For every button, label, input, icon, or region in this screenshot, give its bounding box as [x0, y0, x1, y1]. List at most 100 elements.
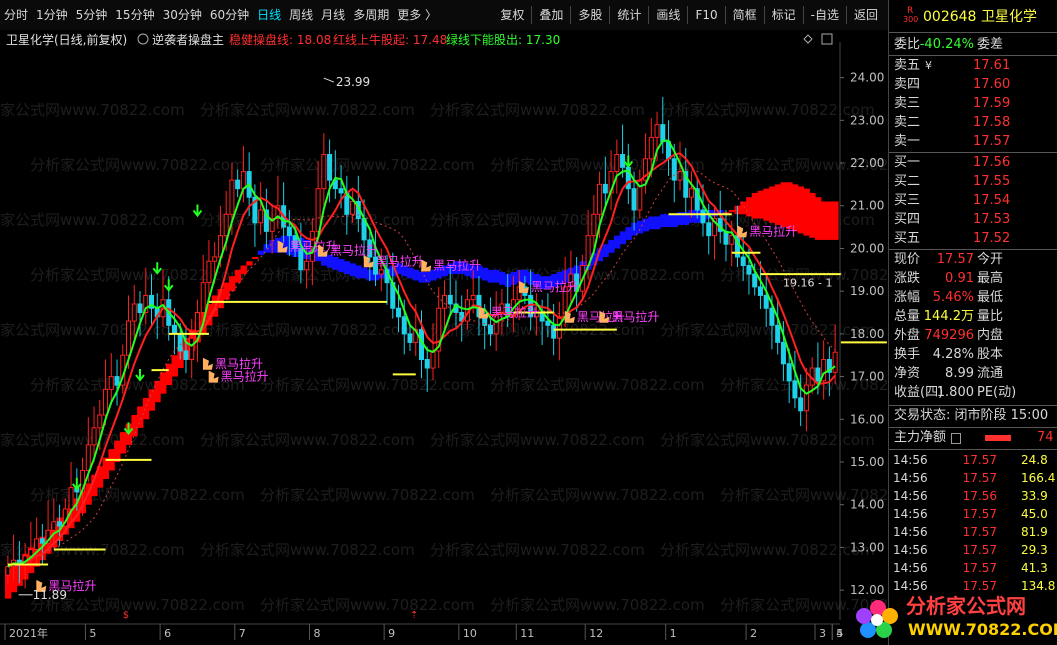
candle-body — [183, 350, 189, 360]
logo-url: WWW.70822.COM — [908, 620, 1057, 639]
band-segment — [797, 186, 805, 234]
candle-body — [315, 188, 321, 232]
legend-line-2: 红线上牛股起: 17.48 — [333, 32, 447, 47]
main-flow-label: 主力净额 — [894, 430, 947, 445]
period-tab-10[interactable]: 更多 〉 — [393, 5, 441, 25]
period-tab-9[interactable]: 多周期 — [349, 5, 393, 25]
candle-body — [591, 213, 597, 237]
band-segment — [665, 214, 672, 228]
band-segment — [636, 220, 644, 234]
period-tab-1[interactable]: 1分钟 — [32, 5, 72, 25]
candle-body — [614, 153, 620, 173]
candle-body — [5, 566, 11, 576]
stat-value: 0.91 — [945, 271, 974, 286]
stat-row: 涨跌 0.91 最高 — [889, 270, 1057, 288]
candle-body — [327, 153, 333, 181]
candle-body — [126, 320, 132, 356]
band-segment — [832, 201, 839, 240]
divider — [889, 55, 1057, 56]
band-segment — [332, 256, 339, 270]
toolbar-button-6[interactable]: 简框 — [729, 5, 761, 25]
tick-price: 17.57 — [962, 453, 997, 467]
candle-body — [602, 183, 608, 194]
period-tab-4[interactable]: 30分钟 — [159, 5, 206, 25]
wei-cha-label: 委差 — [977, 37, 1004, 52]
signal-label: 黑马拉升 — [749, 223, 797, 238]
band-segment — [774, 184, 782, 225]
tick-time: 14:56 — [893, 507, 928, 521]
watermark-text: 分析家公式网www.70822.com — [490, 596, 705, 614]
y-tick-label: 22.00 — [850, 156, 884, 170]
candle-body — [620, 153, 626, 168]
stat-label: 收益(四) — [894, 385, 944, 400]
toolbar-button-9[interactable]: 返回 — [850, 5, 882, 25]
band-segment — [424, 271, 431, 283]
band-segment — [412, 269, 420, 281]
tick-volume: 29.3 — [1021, 543, 1048, 557]
candle-body — [746, 265, 752, 275]
site-logo: 分析家公式网 WWW.70822.COM — [856, 594, 1057, 639]
tick-row: 14:56 17.57 81.9 — [889, 523, 1057, 541]
list-icon[interactable] — [951, 433, 961, 444]
toolbar-button-8[interactable]: -自选 — [807, 5, 843, 25]
candle-body — [286, 226, 292, 237]
band-segment — [148, 389, 155, 411]
tick-time: 14:56 — [893, 453, 928, 467]
signal-label: 黑马拉升 — [221, 369, 269, 384]
toolbar-button-2[interactable]: 多股 — [574, 5, 606, 25]
tick-time: 14:56 — [893, 561, 928, 575]
candle-body — [200, 282, 206, 314]
band-segment — [746, 197, 753, 217]
main-flow-row: 主力净额 74 — [889, 429, 1057, 447]
band-segment — [602, 244, 609, 257]
candle-body — [68, 487, 74, 510]
band-segment — [114, 440, 121, 462]
stat-row: 涨幅 5.46% 最低 — [889, 289, 1057, 307]
period-tab-2[interactable]: 5分钟 — [72, 5, 112, 25]
toolbar-button-5[interactable]: F10 — [691, 5, 721, 25]
signal-label: 黑马拉升 — [433, 258, 481, 273]
band-segment — [257, 250, 265, 255]
flow-bar — [985, 435, 1011, 441]
candle-body — [350, 200, 356, 215]
candle-body — [792, 380, 798, 399]
toolbar-button-0[interactable]: 复权 — [496, 5, 528, 25]
tick-time: 14:56 — [893, 525, 928, 539]
candle-body — [803, 384, 809, 412]
candle-body — [752, 273, 758, 288]
period-tab-6[interactable]: 日线 — [253, 5, 285, 25]
band-segment — [763, 188, 770, 221]
candle-body — [114, 376, 120, 386]
legend-line-1: 稳健操盘线: 18.08 — [229, 32, 331, 47]
stat-label: 涨跌 — [894, 271, 921, 286]
stock-code: 002648 — [923, 9, 977, 25]
period-tab-3[interactable]: 15分钟 — [111, 5, 158, 25]
right-price-label: 19.16 - 1 — [783, 277, 832, 290]
band-segment — [642, 218, 650, 232]
divider — [889, 32, 1057, 33]
toolbar-button-1[interactable]: 叠加 — [535, 5, 567, 25]
candle-body — [671, 158, 677, 181]
toolbar-button-7[interactable]: 标记 — [768, 5, 800, 25]
y-tick-label: 24.00 — [850, 71, 884, 85]
period-tab-7[interactable]: 周线 — [285, 5, 317, 25]
period-tab-8[interactable]: 月线 — [317, 5, 349, 25]
candle-body — [321, 153, 327, 190]
candle-body — [597, 183, 603, 215]
stat-value: 144.2万 — [923, 309, 974, 324]
high-label: 23.99 — [336, 75, 370, 89]
watermark-text: 分析家公式网www.70822.com — [660, 541, 875, 559]
stat-row: 换手 4.28% 股本 — [889, 346, 1057, 364]
toolbar-button-4[interactable]: 画线 — [652, 5, 684, 25]
band-segment — [654, 216, 661, 230]
watermark-text: 分析家公式网www.70822.com — [30, 156, 245, 174]
band-segment — [740, 201, 747, 215]
period-tab-5[interactable]: 60分钟 — [206, 5, 253, 25]
toolbar-button-3[interactable]: 统计 — [613, 5, 645, 25]
kline-chart[interactable]: 卫星化学(日线,前复权) 逆袭者操盘主 稳健操盘线: 18.08 红线上牛股起: 17… — [0, 30, 888, 645]
candle-body — [447, 294, 453, 305]
x-tick-label: 2021年 — [9, 626, 48, 640]
period-tab-0[interactable]: 分时 — [0, 5, 32, 25]
sell-row: 卖四 17.60 — [889, 76, 1057, 94]
stat-row: 净资 8.99 流通 — [889, 365, 1057, 383]
